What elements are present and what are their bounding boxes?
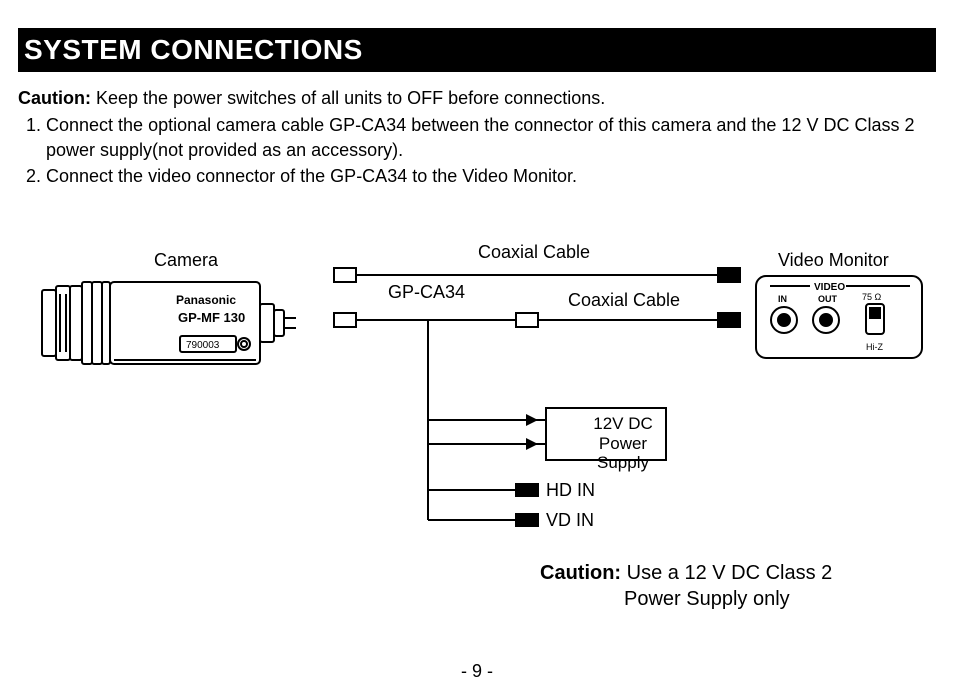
camera-serial-text: 790003: [186, 340, 220, 351]
camera-model-text: GP-MF 130: [178, 310, 245, 325]
psu-label: 12V DC Power Supply: [573, 414, 673, 473]
caution2-label: Caution:: [540, 562, 621, 584]
hd-in-label: HD IN: [546, 480, 595, 501]
camera-icon: [42, 282, 296, 364]
section-title-bar: SYSTEM CONNECTIONS: [18, 28, 936, 72]
step-2: Connect the video connector of the GP-CA…: [46, 164, 936, 189]
hiz-label: Hi-Z: [866, 342, 883, 352]
section-title: SYSTEM CONNECTIONS: [24, 34, 363, 65]
camera-label: Camera: [154, 250, 218, 271]
steps-list: Connect the optional camera cable GP-CA3…: [46, 113, 936, 189]
page-number: - 9 -: [0, 661, 954, 682]
in-label: IN: [778, 294, 787, 304]
manual-page: SYSTEM CONNECTIONS Caution: Keep the pow…: [0, 0, 954, 698]
top-caution: Caution: Keep the power switches of all …: [18, 86, 936, 111]
gp-ca34-label: GP-CA34: [388, 282, 465, 303]
video-label: VIDEO: [814, 282, 845, 293]
vd-in-label: VD IN: [546, 510, 594, 531]
body-text: Caution: Keep the power switches of all …: [18, 86, 936, 189]
step-1: Connect the optional camera cable GP-CA3…: [46, 113, 936, 163]
camera-brand-text: Panasonic: [176, 293, 236, 307]
caution2-line2: Power Supply only: [624, 586, 790, 612]
coax-label-2: Coaxial Cable: [568, 290, 680, 311]
ohm-label: 75 Ω: [862, 292, 882, 302]
coax-label-1: Coaxial Cable: [478, 242, 590, 263]
video-monitor-label: Video Monitor: [778, 250, 889, 271]
coax-upper: [334, 268, 740, 282]
coax-lower: [334, 313, 740, 327]
caution-text: Keep the power switches of all units to …: [91, 88, 605, 108]
bottom-caution: Caution: Use a 12 V DC Class 2 Power Sup…: [540, 560, 832, 612]
out-label: OUT: [818, 294, 838, 304]
psu-arrows: [526, 414, 538, 450]
connection-diagram: Panasonic GP-MF 130 790003: [18, 220, 936, 590]
caution-label: Caution:: [18, 88, 91, 108]
caution2-line1: Use a 12 V DC Class 2: [621, 562, 832, 584]
